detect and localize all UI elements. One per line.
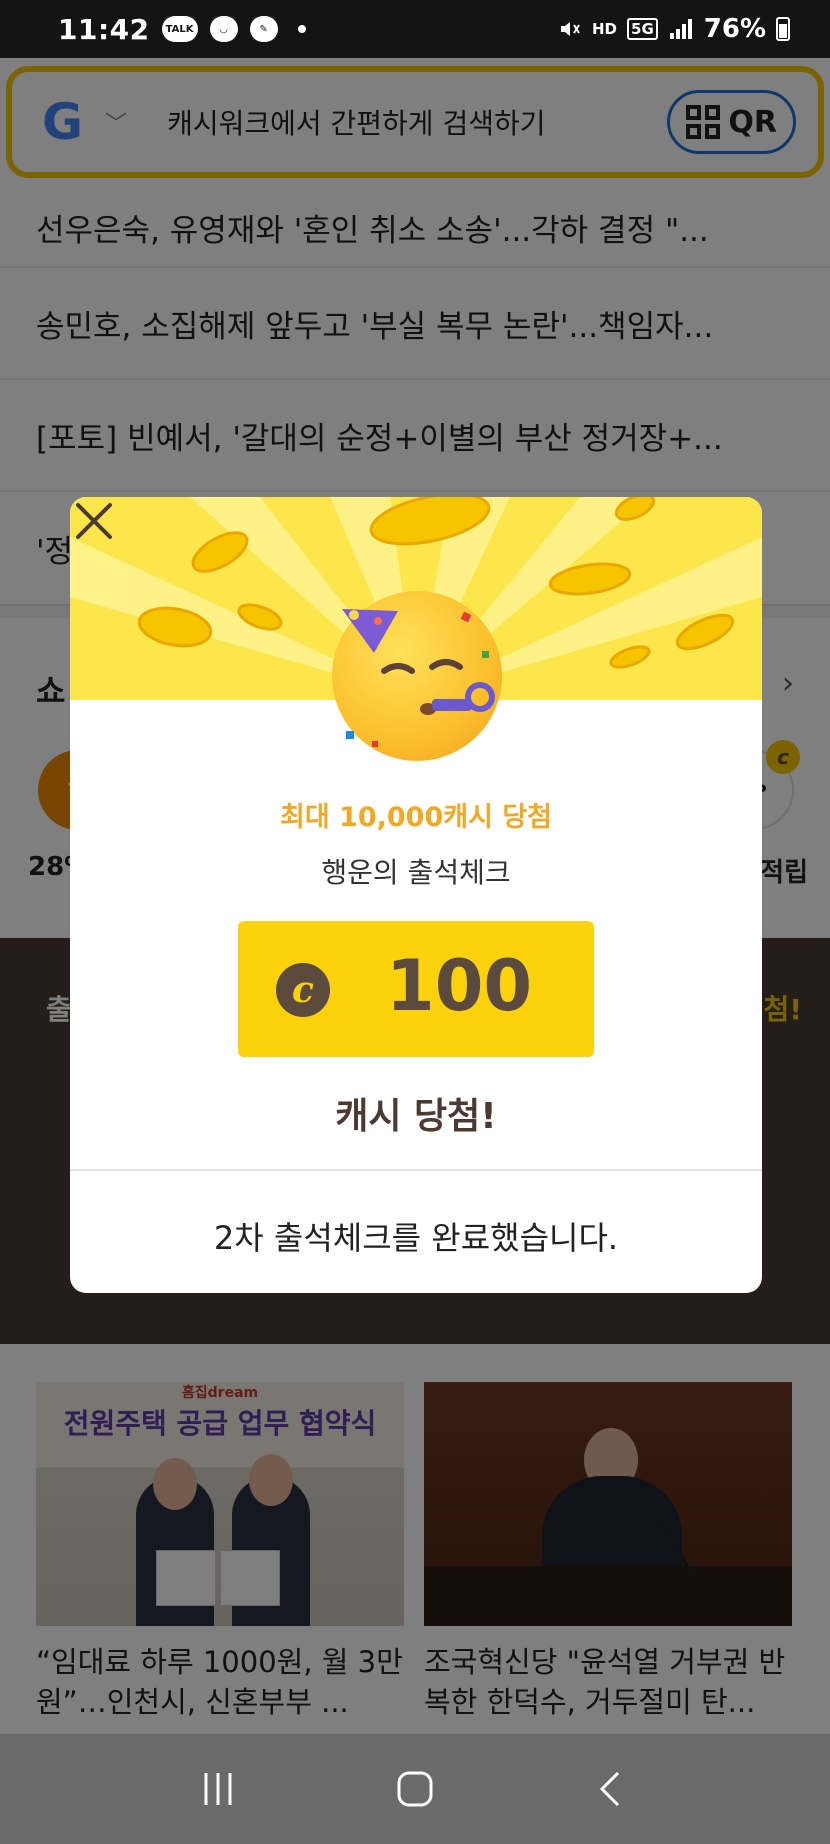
navigation-bar xyxy=(0,1734,830,1844)
kakaotalk-notification-icon: TALK xyxy=(161,16,198,42)
home-icon[interactable] xyxy=(385,1759,445,1819)
back-icon[interactable] xyxy=(582,1759,642,1819)
popup-headline: 최대 10,000캐시 당첨 xyxy=(279,802,553,833)
reward-amount: 100 xyxy=(386,945,533,1027)
mute-icon xyxy=(561,22,580,36)
reward-result-text: 캐시 당첨! xyxy=(335,1096,497,1137)
hd-voice-icon: HD xyxy=(592,20,618,38)
status-right: HD 5G 76% xyxy=(558,14,790,44)
popup-divider xyxy=(70,1169,762,1171)
more-notifications-dot-icon xyxy=(297,25,306,33)
signal-icon xyxy=(669,19,692,39)
popup-subtitle: 행운의 출석체크 xyxy=(321,856,511,889)
cash-coin-icon: c xyxy=(276,963,330,1017)
edit-notification-icon: ✎ xyxy=(249,16,278,42)
reward-amount-box: c 100 xyxy=(238,921,594,1057)
recent-apps-icon[interactable] xyxy=(188,1759,248,1819)
status-bar: 11:42 TALK ◡ ✎ HD 5G 76% xyxy=(0,0,830,58)
battery-percent: 76% xyxy=(703,14,766,44)
popup-footer-message: 2차 출석체크를 완료했습니다. xyxy=(213,1219,619,1257)
attendance-popup: 최대 10,000캐시 당첨 행운의 출석체크 c 100 캐시 당첨! 2차 … xyxy=(70,497,762,1293)
network-type-icon: 5G xyxy=(627,18,658,40)
status-time: 11:42 xyxy=(58,12,150,46)
close-icon[interactable] xyxy=(70,497,118,545)
cashwalk-notification-icon: ◡ xyxy=(209,16,238,42)
status-left: 11:42 TALK ◡ ✎ xyxy=(58,13,306,46)
partying-face-icon xyxy=(332,591,502,761)
battery-icon xyxy=(776,17,790,41)
